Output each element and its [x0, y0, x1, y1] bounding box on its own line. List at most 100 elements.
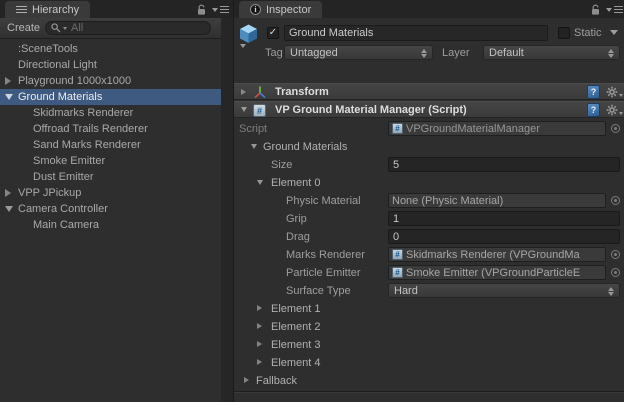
lock-icon[interactable]: [196, 4, 207, 19]
property-row-foldout[interactable]: Element 4: [234, 354, 624, 372]
transform-axes-icon: [253, 85, 267, 102]
component-divider: [234, 391, 624, 393]
tab-inspector-label: Inspector: [266, 3, 312, 16]
property-row-foldout[interactable]: Element 0: [234, 174, 624, 192]
gear-icon[interactable]: [606, 104, 623, 116]
foldout-collapsed-icon[interactable]: [241, 89, 246, 95]
search-icon: [51, 23, 61, 33]
hierarchy-item[interactable]: Camera Controller: [0, 201, 221, 217]
property-row-particle-emitter: Particle Emitter # Smoke Emitter (VPGrou…: [234, 264, 624, 282]
item-label: Dust Emitter: [33, 171, 94, 183]
property-row-surface-type: Surface Type Hard: [234, 282, 624, 300]
property-label: Size: [271, 159, 293, 171]
object-picker-icon[interactable]: [611, 250, 620, 259]
hierarchy-item[interactable]: Main Camera: [0, 217, 221, 233]
static-dropdown-caret[interactable]: [610, 30, 618, 35]
csharp-script-icon: #: [253, 104, 266, 117]
hierarchy-item[interactable]: Sand Marks Renderer: [0, 137, 221, 153]
property-row-foldout[interactable]: Element 1: [234, 300, 624, 318]
object-picker-icon[interactable]: [611, 268, 620, 277]
foldout-expanded-icon[interactable]: [241, 107, 247, 112]
hierarchy-tree: :SceneTools Directional Light Playground…: [0, 39, 221, 402]
drag-field[interactable]: 0: [388, 229, 620, 244]
search-filter-caret-icon: [63, 26, 67, 30]
property-label: Element 1: [271, 303, 321, 315]
hierarchy-item[interactable]: VPP JPickup: [0, 185, 221, 201]
field-value: 1: [393, 212, 400, 225]
foldout-collapsed-icon[interactable]: [244, 377, 249, 383]
static-checkbox[interactable]: [558, 27, 570, 39]
tab-inspector[interactable]: i Inspector: [239, 1, 323, 18]
property-row-foldout[interactable]: Fallback: [234, 372, 624, 390]
hierarchy-item[interactable]: Offroad Trails Renderer: [0, 121, 221, 137]
info-icon: i: [250, 4, 261, 15]
foldout-collapsed-icon[interactable]: [257, 305, 262, 311]
lock-icon[interactable]: [590, 4, 601, 19]
grip-field[interactable]: 1: [388, 211, 620, 226]
foldout-collapsed-icon[interactable]: [257, 323, 262, 329]
tag-dropdown[interactable]: Untagged: [284, 45, 433, 60]
property-label: Element 0: [271, 177, 321, 189]
hierarchy-item[interactable]: Dust Emitter: [0, 169, 221, 185]
foldout-collapsed-icon[interactable]: [257, 341, 262, 347]
object-field-value: None (Physic Material): [392, 194, 504, 207]
property-row-drag: Drag 0: [234, 228, 624, 246]
dropdown-arrows-icon: [421, 49, 428, 58]
property-row-foldout[interactable]: Ground Materials: [234, 138, 624, 156]
foldout-expanded-icon[interactable]: [251, 144, 257, 149]
active-checkbox[interactable]: ✓: [267, 27, 279, 39]
hierarchy-item[interactable]: :SceneTools: [0, 41, 221, 57]
hierarchy-search-input[interactable]: All: [45, 21, 211, 35]
object-picker-icon[interactable]: [611, 124, 620, 133]
item-label: Smoke Emitter: [33, 155, 106, 167]
item-label: Main Camera: [33, 219, 100, 231]
property-label: Grip: [286, 213, 307, 225]
foldout-collapsed-icon[interactable]: [5, 77, 11, 85]
property-row-marks-renderer: Marks Renderer # Skidmarks Renderer (VPG…: [234, 246, 624, 264]
dropdown-arrows-icon: [608, 287, 615, 296]
object-picker-icon[interactable]: [611, 196, 620, 205]
foldout-expanded-icon[interactable]: [257, 180, 263, 185]
foldout-collapsed-icon[interactable]: [5, 189, 11, 197]
help-icon[interactable]: ?: [587, 85, 600, 99]
help-icon[interactable]: ?: [587, 103, 600, 117]
item-label: Playground 1000x1000: [18, 75, 132, 87]
hierarchy-item[interactable]: Skidmarks Renderer: [0, 105, 221, 121]
dropdown-arrows-icon: [608, 49, 615, 58]
size-field[interactable]: 5: [388, 157, 620, 172]
icon-picker-caret[interactable]: [240, 44, 246, 48]
property-row-foldout[interactable]: Element 3: [234, 336, 624, 354]
property-row-foldout[interactable]: Element 2: [234, 318, 624, 336]
inspector-tabstrip: i Inspector: [234, 0, 624, 18]
layer-dropdown[interactable]: Default: [483, 45, 620, 60]
property-label: Particle Emitter: [286, 267, 361, 279]
foldout-expanded-icon[interactable]: [5, 206, 13, 212]
component-header-script[interactable]: # VP Ground Material Manager (Script) ?: [234, 101, 624, 118]
dropdown-value: Hard: [394, 284, 418, 297]
hierarchy-item-selected[interactable]: Ground Materials: [0, 89, 221, 105]
panel-menu-icon[interactable]: [212, 6, 229, 13]
property-label: Fallback: [256, 375, 297, 387]
tab-hierarchy[interactable]: Hierarchy: [5, 1, 91, 18]
script-object-field[interactable]: # VPGroundMaterialManager: [388, 121, 606, 136]
hierarchy-item[interactable]: Directional Light: [0, 57, 221, 73]
particle-emitter-object-field[interactable]: # Smoke Emitter (VPGroundParticleE: [388, 265, 606, 280]
surface-type-dropdown[interactable]: Hard: [388, 283, 620, 298]
item-label: Offroad Trails Renderer: [33, 123, 148, 135]
gear-icon[interactable]: [606, 86, 623, 98]
property-label: Drag: [286, 231, 310, 243]
gameobject-name-field[interactable]: Ground Materials: [284, 25, 548, 41]
item-label: Directional Light: [18, 59, 97, 71]
foldout-expanded-icon[interactable]: [5, 94, 13, 100]
marks-renderer-object-field[interactable]: # Skidmarks Renderer (VPGroundMa: [388, 247, 606, 262]
property-label: Physic Material: [286, 195, 361, 207]
inspector-body: ✓ Ground Materials Static Tag Untagged L…: [234, 18, 624, 402]
panel-menu-icon[interactable]: [606, 6, 623, 13]
property-row-script: Script # VPGroundMaterialManager: [234, 120, 624, 138]
foldout-collapsed-icon[interactable]: [257, 359, 262, 365]
physic-material-object-field[interactable]: None (Physic Material): [388, 193, 606, 208]
component-header-transform[interactable]: Transform ?: [234, 83, 624, 100]
hierarchy-item[interactable]: Smoke Emitter: [0, 153, 221, 169]
item-label: Ground Materials: [18, 91, 103, 103]
hierarchy-item[interactable]: Playground 1000x1000: [0, 73, 221, 89]
